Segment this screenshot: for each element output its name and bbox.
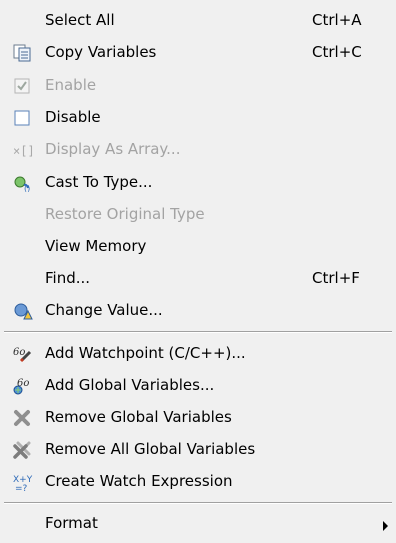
remove-icon [13, 409, 33, 427]
menu-item-shortcut: Ctrl+F [312, 269, 360, 287]
menu-item-label: Remove All Global Variables [45, 440, 256, 458]
watchpoint-icon: 6o [13, 345, 33, 363]
menu-item-label: Change Value... [45, 301, 163, 319]
copy-icon [13, 44, 33, 62]
menu-item-add-global-variables[interactable]: 6o Add Global Variables... [0, 370, 396, 402]
context-menu: Select All Ctrl+A Copy Variables Ctrl+C … [0, 0, 396, 543]
menu-item-label: Disable [45, 108, 101, 126]
menu-item-label: Add Watchpoint (C/C++)... [45, 344, 246, 362]
menu-item-restore-original-type[interactable]: Restore Original Type [0, 199, 396, 231]
menu-item-remove-global-variables[interactable]: Remove Global Variables [0, 402, 396, 434]
menu-item-label: Remove Global Variables [45, 408, 232, 426]
svg-text:=?: =? [15, 484, 28, 491]
checkbox-empty-icon [13, 109, 33, 127]
menu-item-create-watch-expression[interactable]: X+Y =? Create Watch Expression [0, 466, 396, 498]
menu-item-label: Create Watch Expression [45, 472, 233, 490]
menu-item-shortcut: Ctrl+C [312, 43, 362, 61]
menu-item-add-watchpoint[interactable]: 6o Add Watchpoint (C/C++)... [0, 338, 396, 370]
menu-item-label: Restore Original Type [45, 205, 205, 223]
menu-item-label: Select All [45, 11, 115, 29]
remove-all-icon [13, 441, 33, 459]
menu-item-label: Find... [45, 269, 91, 287]
menu-item-find[interactable]: Find... Ctrl+F [0, 263, 396, 295]
menu-item-view-memory[interactable]: View Memory [0, 231, 396, 263]
cast-icon: () [13, 174, 33, 192]
menu-item-format[interactable]: Format [0, 508, 396, 540]
menu-item-display-as-array[interactable]: ×[] Display As Array... [0, 134, 396, 166]
menu-item-remove-all-global-variables[interactable]: Remove All Global Variables [0, 434, 396, 466]
change-value-icon [13, 302, 33, 320]
menu-item-label: View Memory [45, 237, 147, 255]
svg-text:(): () [24, 184, 30, 192]
array-icon: ×[] [13, 141, 33, 159]
menu-item-label: Display As Array... [45, 140, 181, 158]
menu-item-label: Add Global Variables... [45, 376, 215, 394]
submenu-arrow-icon [383, 521, 388, 531]
watch-expression-icon: X+Y =? [13, 473, 33, 491]
svg-text:×[]: ×[] [13, 144, 33, 158]
menu-item-disable[interactable]: Disable [0, 102, 396, 134]
menu-item-change-value[interactable]: Change Value... [0, 295, 396, 327]
menu-item-label: Format [45, 514, 98, 532]
menu-item-select-all[interactable]: Select All Ctrl+A [0, 5, 396, 37]
checkbox-checked-icon [13, 77, 33, 95]
add-global-icon: 6o [13, 377, 33, 395]
menu-separator [4, 502, 392, 504]
menu-item-label: Enable [45, 76, 97, 94]
menu-item-shortcut: Ctrl+A [312, 11, 362, 29]
menu-item-label: Copy Variables [45, 43, 157, 61]
menu-item-enable[interactable]: Enable [0, 70, 396, 102]
menu-item-cast-to-type[interactable]: () Cast To Type... [0, 167, 396, 199]
menu-separator [4, 331, 392, 333]
menu-item-label: Cast To Type... [45, 173, 153, 191]
menu-item-copy-variables[interactable]: Copy Variables Ctrl+C [0, 37, 396, 69]
